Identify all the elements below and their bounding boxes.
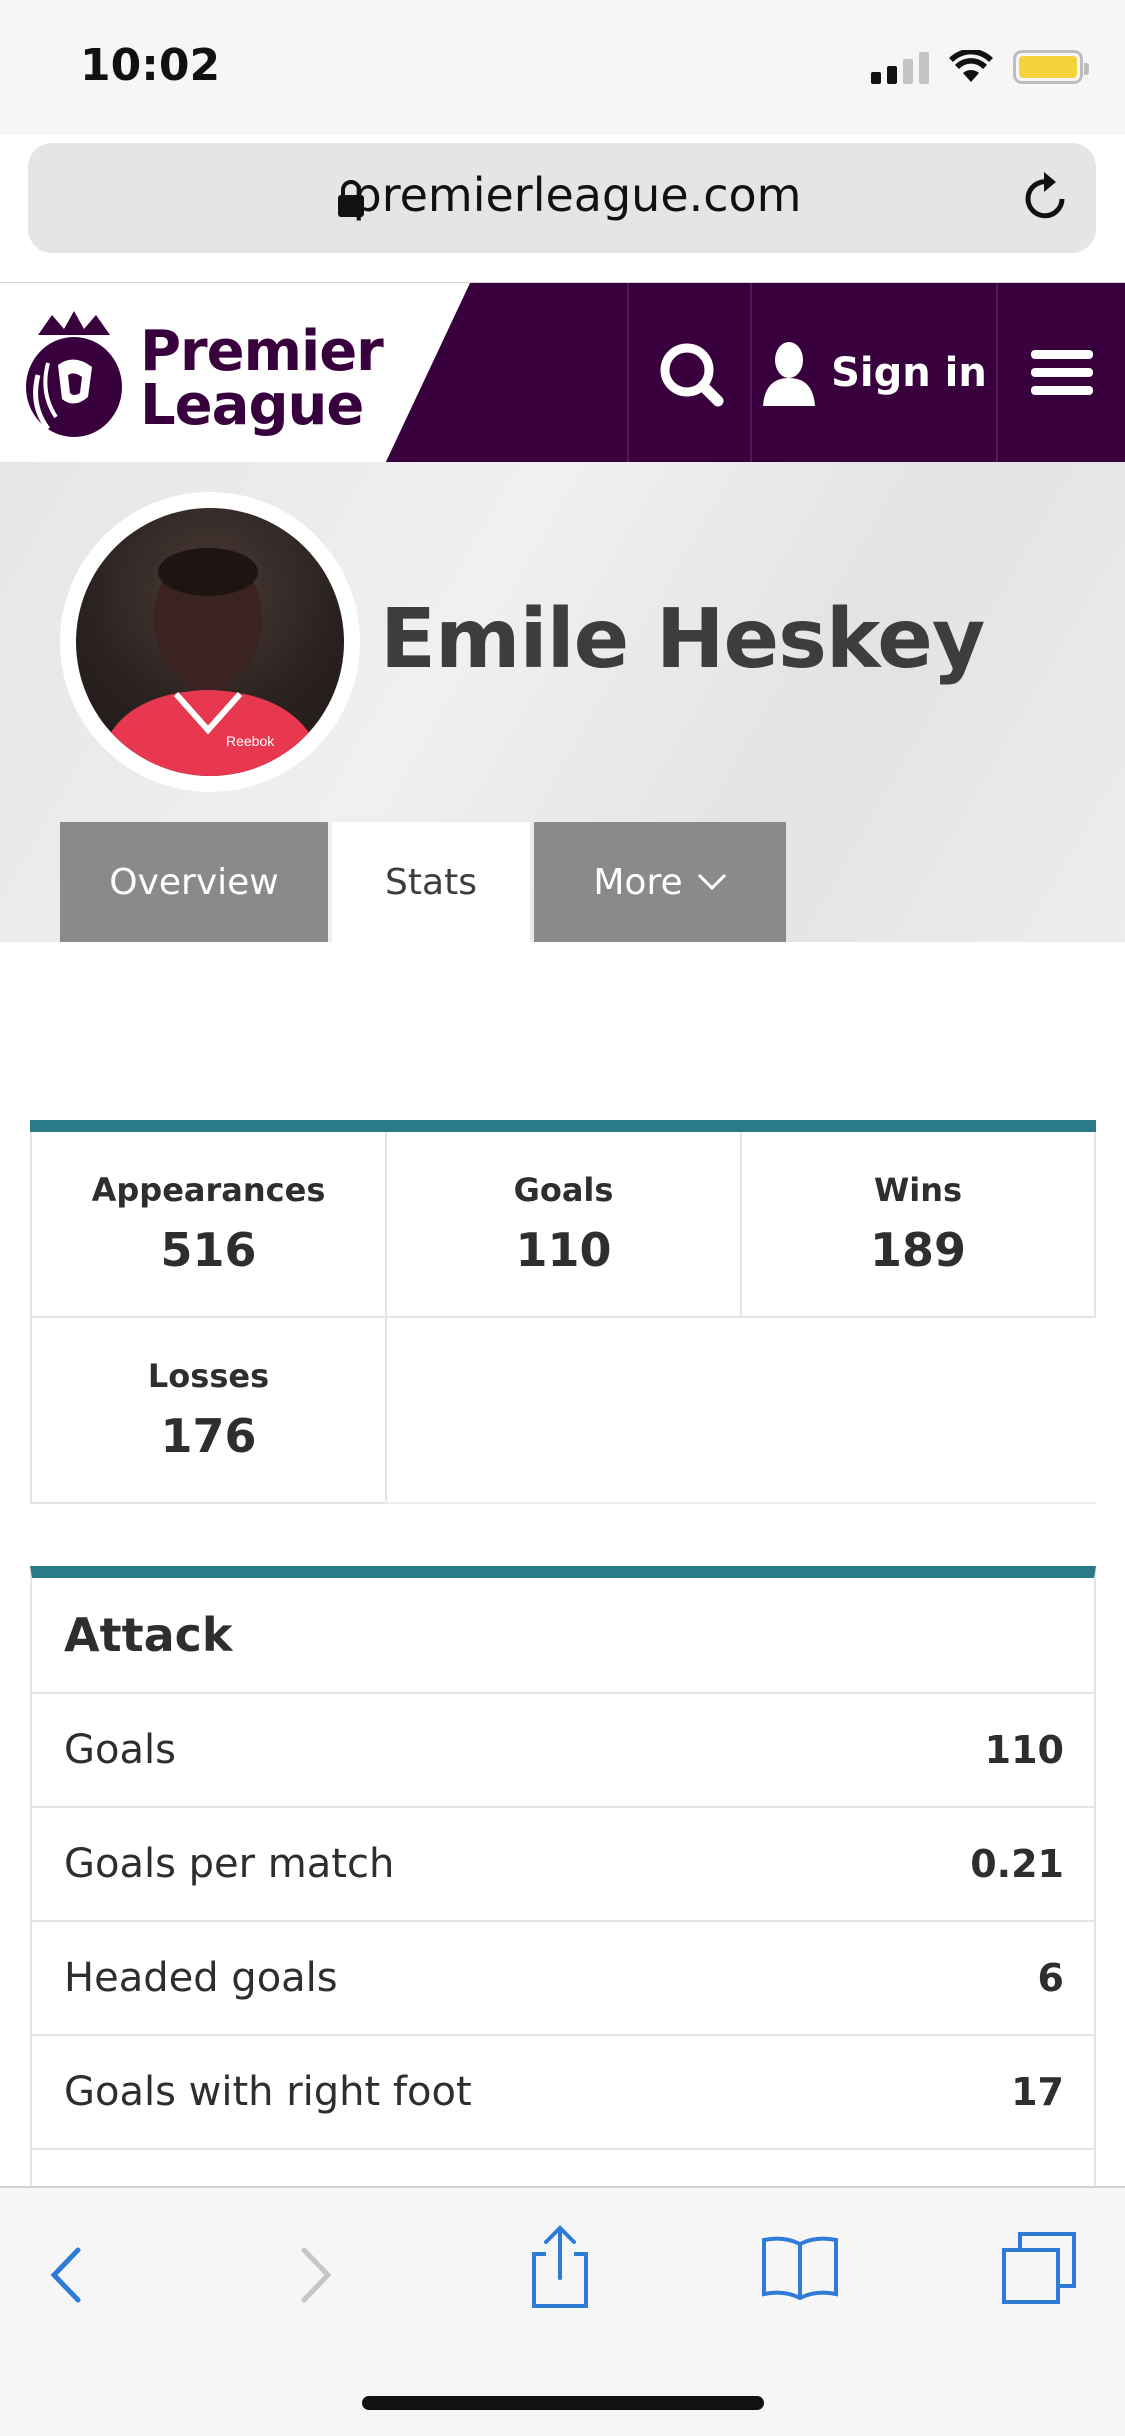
stat-row: Goals with right foot 17 [32,2036,1094,2150]
tabs-icon[interactable] [1000,2230,1080,2306]
premier-league-lion-icon [26,311,122,437]
wifi-icon [949,50,993,82]
top-stats-card: Appearances 516 Goals 110 Wins 189 Losse… [30,1120,1096,1504]
back-icon[interactable] [44,2244,88,2306]
chevron-down-icon [697,873,726,891]
stat-row-value: 17 [1011,2070,1064,2114]
stat-row: Headed goals 6 [32,1922,1094,2036]
stat-value: 189 [869,1223,967,1277]
search-icon [660,343,724,407]
tab-overview[interactable]: Overview [60,822,328,942]
stat-value: 110 [515,1223,612,1277]
sign-in-label: Sign in [831,350,987,396]
forward-icon[interactable] [294,2244,338,2306]
stat-row: Goals 110 [32,1694,1094,1808]
hamburger-menu-icon [1030,350,1093,395]
player-avatar: Reebok [60,492,360,792]
stat-wins: Wins 189 [740,1132,1096,1318]
sign-in-button[interactable]: Sign in [752,283,996,463]
tab-overview-label: Overview [109,861,279,903]
player-photo: Reebok [76,508,344,776]
reload-icon[interactable] [1018,169,1074,227]
url-text: premierleague.com [352,168,802,222]
search-button[interactable] [630,283,750,463]
stat-row-value: 0.21 [970,1842,1064,1886]
stat-value: 176 [160,1409,257,1463]
stat-losses: Losses 176 [30,1318,385,1504]
header-divider [627,283,629,463]
share-icon[interactable] [528,2224,592,2310]
logo-area[interactable]: Premier League [0,283,470,463]
url-bar[interactable]: premierleague.com [28,143,1096,253]
status-bar: 10:02 [0,0,1125,135]
logo-line-1: Premier [140,319,384,384]
site-header: Premier League Sign in [0,282,1125,463]
stat-row: Goals per match 0.21 [32,1808,1094,1922]
menu-button[interactable] [998,283,1125,463]
attack-stats-card: Attack Goals 110 Goals per match 0.21 He… [30,1566,1096,2264]
home-indicator[interactable] [362,2396,764,2410]
tab-more-label: More [593,861,683,903]
stat-row-label: Goals [64,1727,176,1773]
tab-stats[interactable]: Stats [332,822,530,942]
player-name: Emile Heskey [380,592,985,687]
kit-sponsor: Reebok [226,733,275,749]
stat-row-label: Goals with right foot [64,2069,472,2115]
player-photo-illustration: Reebok [96,548,326,776]
stat-appearances: Appearances 516 [30,1132,385,1318]
stat-goals: Goals 110 [385,1132,740,1318]
cellular-signal-icon [871,50,929,84]
stat-label: Appearances [91,1171,326,1209]
stat-row-label: Goals per match [64,1841,395,1887]
logo-line-2: League [140,373,364,438]
tab-more[interactable]: More [534,822,786,942]
stat-label: Wins [873,1171,963,1209]
stat-row-value: 6 [1037,1956,1064,2000]
section-title: Attack [32,1578,1094,1694]
player-hero: Reebok Emile Heskey Overview Stats More [0,462,1125,942]
status-icons [871,50,1089,84]
logo-wordmark: Premier League [140,319,384,438]
stat-empty-cell [385,1318,1096,1504]
battery-icon [1013,50,1089,84]
player-tabs: Overview Stats More [60,822,786,942]
stat-row-label: Headed goals [64,1955,338,2001]
bookmarks-icon[interactable] [760,2234,840,2300]
stat-label: Losses [147,1357,270,1395]
stat-value: 516 [160,1223,257,1277]
stat-label: Goals [513,1171,614,1209]
tab-stats-label: Stats [385,861,477,903]
user-icon [763,342,816,406]
stat-row-value: 110 [984,1728,1064,1772]
status-time: 10:02 [80,40,221,91]
